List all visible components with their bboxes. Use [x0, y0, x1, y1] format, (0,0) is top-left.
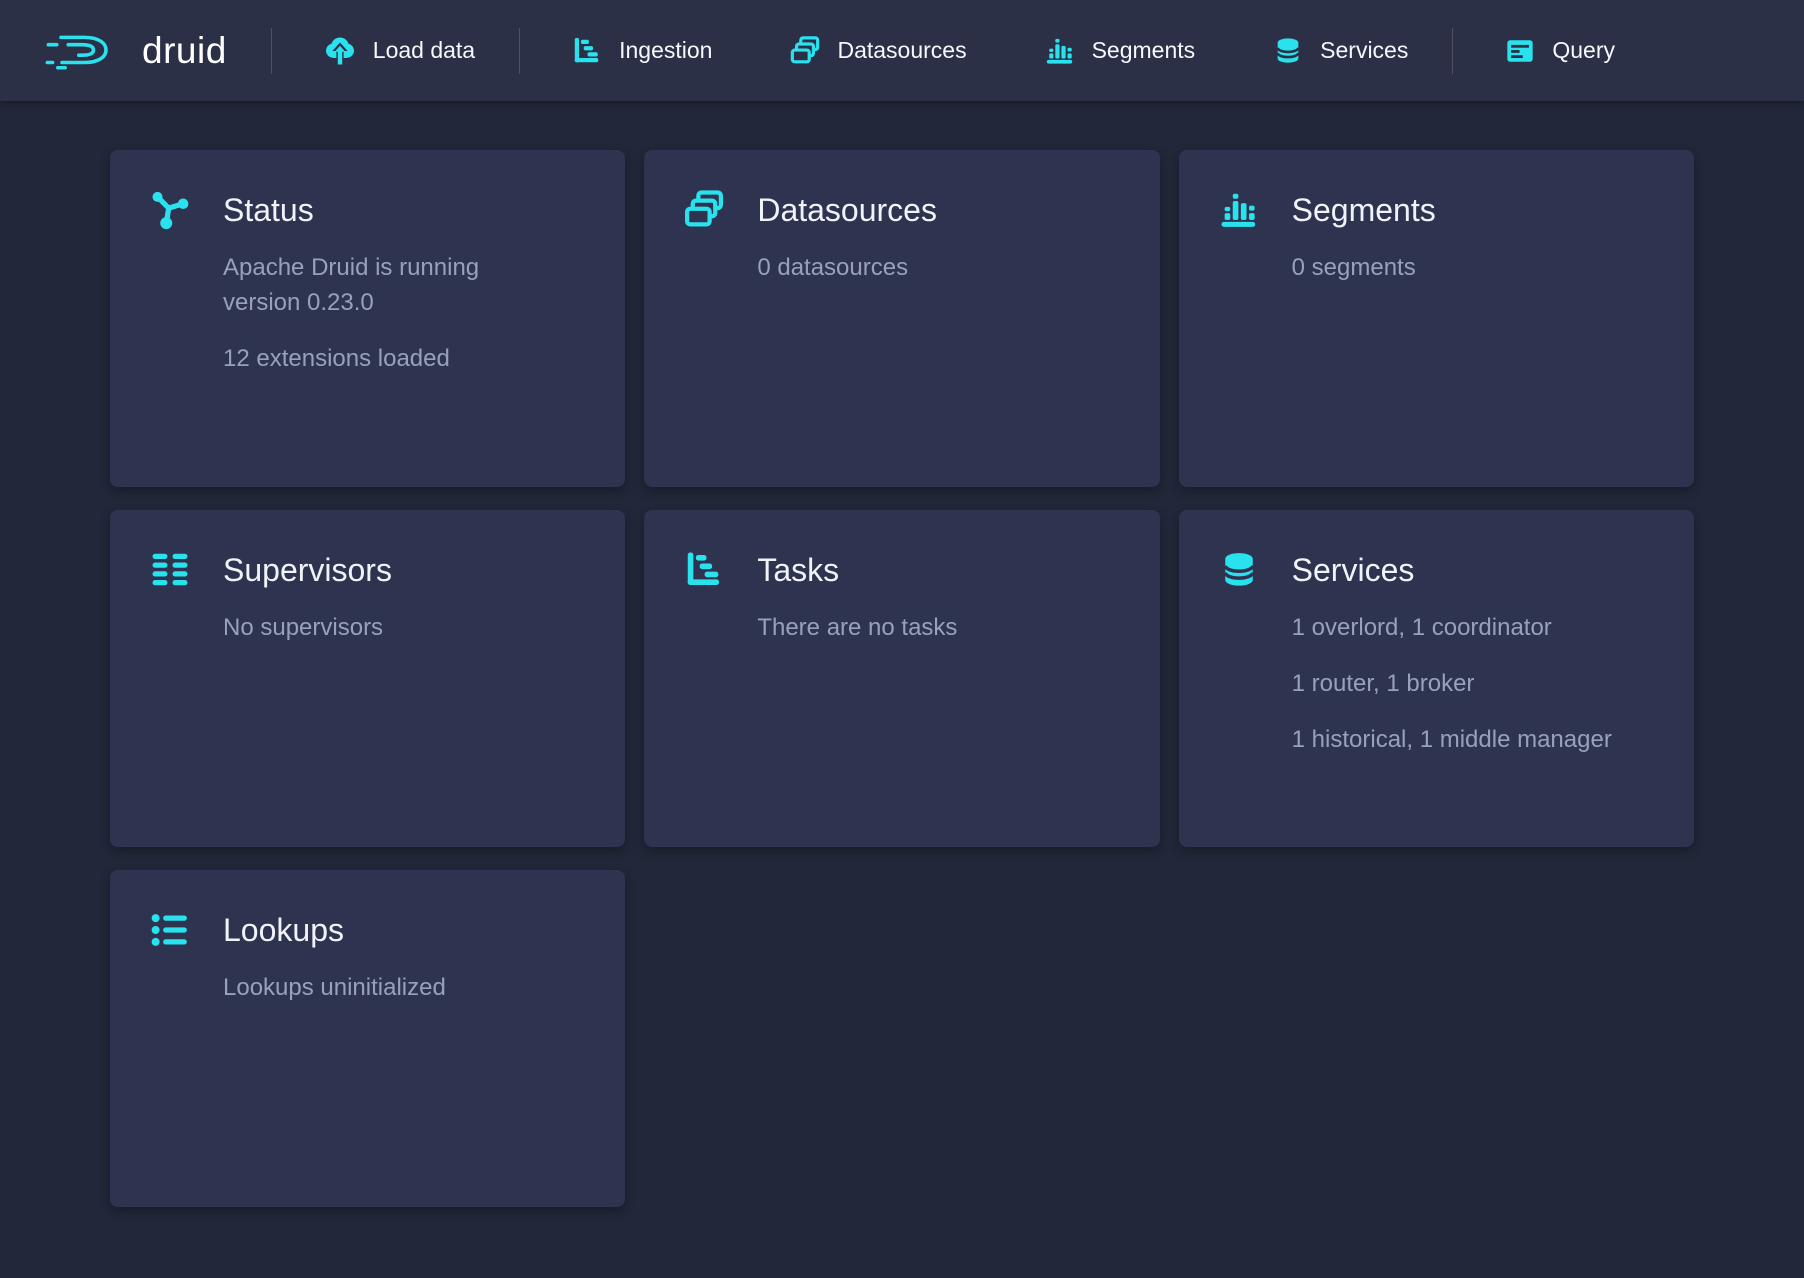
nav-item-label: Segments — [1092, 37, 1196, 64]
stacked-rectangles-icon — [790, 36, 820, 66]
lookups-card[interactable]: Lookups Lookups uninitialized — [110, 870, 625, 1207]
card-text-line: Apache Druid is running version 0.23.0 — [223, 250, 563, 320]
card-text-line: 1 router, 1 broker — [1292, 666, 1654, 701]
gantt-chart-icon — [684, 550, 724, 590]
nav-divider — [1452, 28, 1453, 74]
segmented-bar-chart-icon — [1219, 190, 1259, 230]
card-body: 1 overlord, 1 coordinator 1 router, 1 bro… — [1292, 610, 1654, 778]
card-body: Apache Druid is running version 0.23.0 12… — [223, 250, 585, 397]
gantt-chart-icon — [572, 36, 602, 66]
card-text-line: 1 historical, 1 middle manager — [1292, 722, 1654, 757]
card-title: Lookups — [223, 908, 585, 952]
nav-item-label: Services — [1320, 37, 1408, 64]
nav-item-datasources[interactable]: Datasources — [790, 36, 966, 66]
nav-item-segments[interactable]: Segments — [1045, 36, 1196, 66]
card-title: Datasources — [757, 188, 1119, 232]
card-body: No supervisors — [223, 610, 585, 666]
nav-item-services[interactable]: Services — [1273, 36, 1408, 66]
card-text-line: 12 extensions loaded — [223, 341, 585, 376]
nav-item-label: Ingestion — [619, 37, 712, 64]
card-text-line: 1 overlord, 1 coordinator — [1292, 610, 1654, 645]
nav-item-label: Load data — [373, 37, 475, 64]
card-body: Lookups uninitialized — [223, 970, 585, 1026]
database-icon — [1273, 36, 1303, 66]
datasources-card[interactable]: Datasources 0 datasources — [644, 150, 1159, 487]
druid-logo[interactable]: druid — [40, 30, 227, 72]
card-body: There are no tasks — [757, 610, 1119, 666]
card-body: 0 datasources — [757, 250, 1119, 306]
card-title: Segments — [1292, 188, 1654, 232]
card-title: Services — [1292, 548, 1654, 592]
card-grid: Status Apache Druid is running version 0… — [110, 150, 1694, 1207]
nav-item-query[interactable]: Query — [1505, 36, 1615, 66]
nav-divider — [519, 28, 520, 74]
nav-item-label: Datasources — [837, 37, 966, 64]
home-view: Status Apache Druid is running version 0… — [0, 101, 1804, 1207]
nav-item-label: Query — [1552, 37, 1615, 64]
card-text-line: 0 datasources — [757, 250, 1119, 285]
card-text-line: Lookups uninitialized — [223, 970, 585, 1005]
card-body: 0 segments — [1292, 250, 1654, 306]
nav-divider — [271, 28, 272, 74]
druid-logo-icon — [40, 32, 128, 70]
card-text-line: No supervisors — [223, 610, 585, 645]
segmented-bar-chart-icon — [1045, 36, 1075, 66]
console-document-icon — [1505, 36, 1535, 66]
supervisors-card[interactable]: Supervisors No supervisors — [110, 510, 625, 847]
nav-item-load-data[interactable]: Load data — [324, 35, 475, 67]
status-card[interactable]: Status Apache Druid is running version 0… — [110, 150, 625, 487]
card-title: Supervisors — [223, 548, 585, 592]
card-title: Status — [223, 188, 585, 232]
top-navbar: druid Load data Ingestion — [0, 0, 1804, 101]
tasks-card[interactable]: Tasks There are no tasks — [644, 510, 1159, 847]
database-icon — [1219, 550, 1259, 590]
stacked-rectangles-icon — [684, 190, 724, 230]
cloud-upload-icon — [324, 35, 356, 67]
properties-list-icon — [150, 910, 190, 950]
card-title: Tasks — [757, 548, 1119, 592]
card-text-line: There are no tasks — [757, 610, 1119, 645]
services-card[interactable]: Services 1 overlord, 1 coordinator 1 rout… — [1179, 510, 1694, 847]
segments-card[interactable]: Segments 0 segments — [1179, 150, 1694, 487]
card-text-line: 0 segments — [1292, 250, 1654, 285]
graph-nodes-icon — [150, 190, 190, 230]
nav-item-ingestion[interactable]: Ingestion — [572, 36, 712, 66]
brand-name: druid — [142, 30, 227, 72]
list-columns-icon — [150, 550, 190, 590]
